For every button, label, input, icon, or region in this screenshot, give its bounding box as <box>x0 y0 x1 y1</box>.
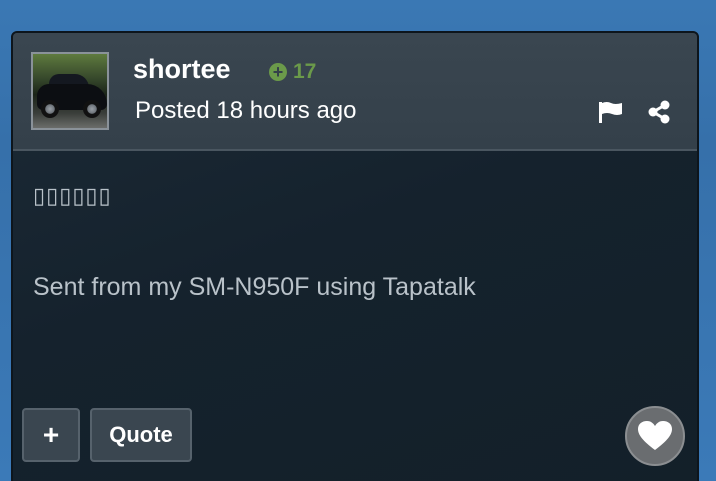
post-card: shortee + 17 Posted 18 hours ago ▯▯▯▯▯▯ … <box>11 31 699 481</box>
avatar[interactable] <box>31 52 109 130</box>
quote-button[interactable]: Quote <box>90 408 192 462</box>
reputation-count: 17 <box>293 60 317 83</box>
post-signature: Sent from my SM-N950F using Tapatalk <box>33 273 476 301</box>
reputation-badge: + 17 <box>269 60 316 84</box>
post-content: ▯▯▯▯▯▯ Sent from my SM-N950F using Tapat… <box>33 183 673 302</box>
posted-time: Posted 18 hours ago <box>135 97 357 124</box>
avatar-front-wheel <box>83 100 101 118</box>
avatar-rear-wheel <box>41 100 59 118</box>
post-text-unrendered: ▯▯▯▯▯▯ <box>33 183 112 208</box>
username[interactable]: shortee <box>133 54 231 85</box>
like-button[interactable] <box>625 406 685 466</box>
flag-icon[interactable] <box>598 101 624 123</box>
multiquote-button[interactable]: + <box>22 408 80 462</box>
plus-circle-icon: + <box>269 63 287 81</box>
share-icon[interactable] <box>647 100 671 124</box>
post-header: shortee + 17 Posted 18 hours ago <box>13 33 697 151</box>
heart-icon <box>638 421 672 450</box>
